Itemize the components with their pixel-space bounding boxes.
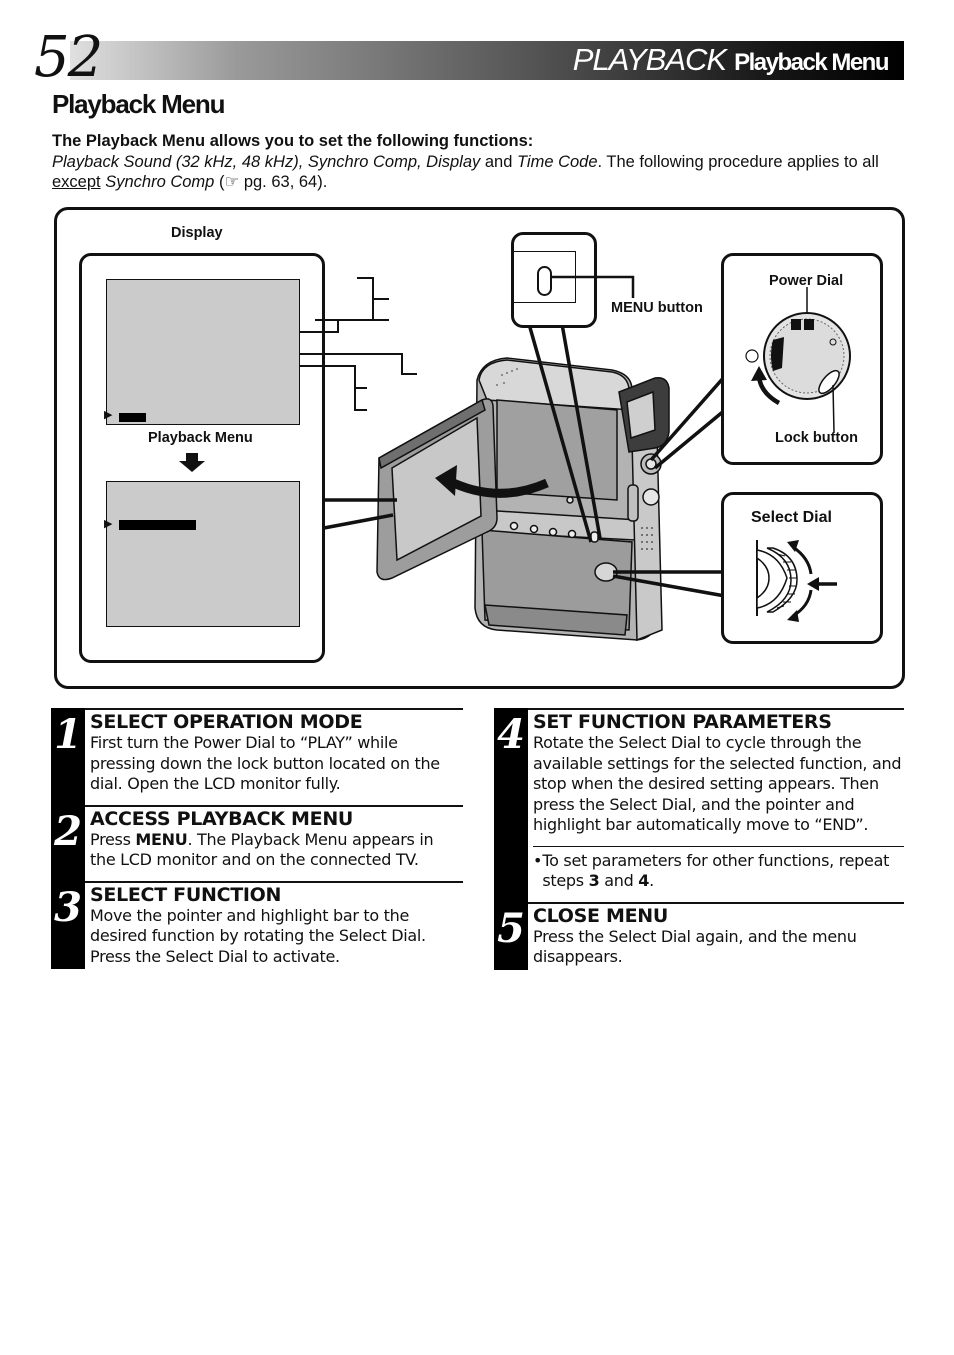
step-number: 1 <box>51 708 85 805</box>
step-body: ACCESS PLAYBACK MENU Press MENU. The Pla… <box>85 804 463 881</box>
intro-lead: The Playback Menu allows you to set the … <box>52 132 534 150</box>
step-note: • To set parameters for other functions,… <box>533 845 904 902</box>
bullet-icon: • <box>533 850 543 870</box>
page-reference-icon: ☞ <box>224 173 240 191</box>
step-body: CLOSE MENU Press the Select Dial again, … <box>528 901 904 970</box>
step-number: 3 <box>51 880 85 969</box>
select-dial-callout: Select Dial <box>721 492 883 644</box>
lcd-screen-playback-menu: ▶ <box>104 481 300 627</box>
step-ref: 4 <box>638 871 650 890</box>
text: Press <box>90 829 136 849</box>
lcd-screen-display: ▶ <box>104 279 300 425</box>
func-list: Playback Sound (32 kHz, 48 kHz), Synchro… <box>52 152 481 171</box>
step-5: 5 CLOSE MENU Press the Select Dial again… <box>494 901 904 970</box>
intro-body: Playback Sound (32 kHz, 48 kHz), Synchro… <box>52 152 912 193</box>
highlight-bar <box>119 520 196 530</box>
text: . The following procedure applies to all <box>597 152 879 171</box>
pointer-icon: ▶ <box>104 517 113 530</box>
step-2: 2 ACCESS PLAYBACK MENU Press MENU. The P… <box>51 804 463 881</box>
step-4: 4 SET FUNCTION PARAMETERS Rotate the Sel… <box>494 708 904 902</box>
menu-button-label: MENU button <box>611 300 703 316</box>
step-title: SELECT OPERATION MODE <box>90 711 363 733</box>
text: and <box>599 871 639 890</box>
page-reference: pg. 63, 64). <box>239 173 328 191</box>
step-number: 5 <box>494 901 528 970</box>
step-text: Press the Select Dial again, and the men… <box>533 926 857 967</box>
power-dial-callout: Power Dial Lock button <box>721 253 883 465</box>
subsection-title: Playback Menu <box>734 49 889 76</box>
step-title: CLOSE MENU <box>533 904 669 927</box>
camcorder-body <box>376 357 670 642</box>
func-synchro-comp: Synchro Comp <box>105 173 215 191</box>
page-title: Playback Menu <box>52 89 225 119</box>
pointer-icon: ▶ <box>104 408 113 421</box>
step-text: Move the pointer and highlight bar to th… <box>90 905 426 966</box>
menu-keyword: MENU <box>135 829 188 849</box>
step-3: 3 SELECT FUNCTION Move the pointer and h… <box>51 880 463 970</box>
section-title: PLAYBACK <box>572 42 727 77</box>
note-text: To set parameters for other functions, r… <box>542 851 904 892</box>
display-callout: ▶ Playback Menu ▶ <box>79 253 325 663</box>
step-title: SELECT FUNCTION <box>90 883 282 906</box>
step-text: First turn the Power Dial to “PLAY” whil… <box>90 733 440 793</box>
step-number: 4 <box>494 708 528 902</box>
select-dial-icon[interactable] <box>721 492 883 644</box>
step-text: Press MENU. The Playback Menu appears in… <box>90 830 463 881</box>
steps-right-column: 4 SET FUNCTION PARAMETERS Rotate the Sel… <box>494 708 904 970</box>
menu-button-icon[interactable] <box>537 266 552 296</box>
except-underlined: except <box>52 173 101 191</box>
step-ref: 3 <box>588 871 600 890</box>
step-number: 2 <box>51 804 85 881</box>
step-title: SET FUNCTION PARAMETERS <box>533 711 832 733</box>
lock-button-label: Lock button <box>775 430 858 446</box>
step-1: 1 SELECT OPERATION MODE First turn the P… <box>51 708 463 805</box>
header-title: PLAYBACK Playback Menu <box>572 42 890 82</box>
playback-menu-label: Playback Menu <box>148 430 253 446</box>
menu-button-callout <box>511 232 597 328</box>
diagram-frame: Display ▶ Playback Menu ▶ MENU button Po… <box>54 207 905 689</box>
display-label: Display <box>171 225 223 241</box>
func-time-code: Time Code <box>516 152 598 171</box>
step-body: SELECT OPERATION MODE First turn the Pow… <box>85 708 463 805</box>
highlight-bar <box>119 413 146 422</box>
header-bar: PLAYBACK Playback Menu <box>70 41 904 80</box>
step-body: SELECT FUNCTION Move the pointer and hig… <box>85 880 463 970</box>
step-title: ACCESS PLAYBACK MENU <box>90 807 354 830</box>
intro-paragraph: The Playback Menu allows you to set the … <box>52 131 912 193</box>
step-body: SET FUNCTION PARAMETERS Rotate the Selec… <box>528 708 904 902</box>
page-number: 52 <box>34 25 103 90</box>
text: and <box>480 152 517 171</box>
steps-left-column: 1 SELECT OPERATION MODE First turn the P… <box>51 708 463 969</box>
step-text: Rotate the Select Dial to cycle through … <box>533 733 902 834</box>
text: ( <box>214 173 225 191</box>
text: . <box>649 871 654 890</box>
